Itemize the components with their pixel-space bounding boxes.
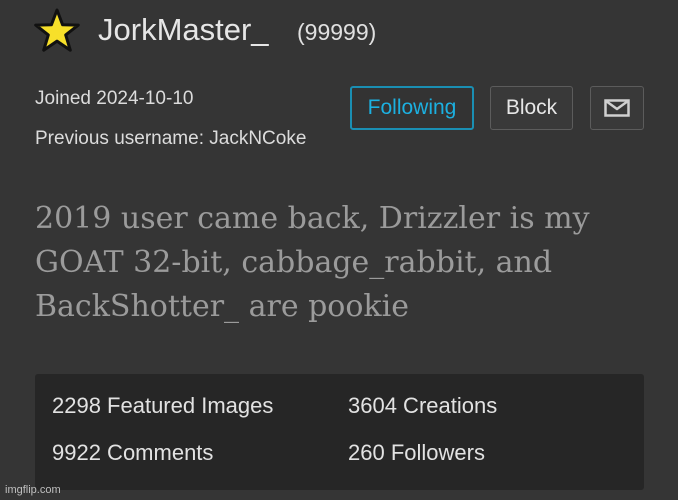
stat-comments[interactable]: 9922 Comments <box>52 438 213 468</box>
stat-featured-images[interactable]: 2298 Featured Images <box>52 391 273 421</box>
block-button-label: Block <box>505 96 558 119</box>
joined-date: Joined 2024-10-10 <box>35 88 194 109</box>
stat-followers[interactable]: 260 Followers <box>348 438 485 468</box>
stats-panel: 2298 Featured Images 3604 Creations 9922… <box>35 374 644 490</box>
following-button[interactable]: Following <box>350 86 474 130</box>
message-button[interactable] <box>590 86 644 130</box>
stat-creations[interactable]: 3604 Creations <box>348 391 497 421</box>
watermark: imgflip.com <box>5 484 61 496</box>
star-icon <box>34 8 80 52</box>
following-button-label: Following <box>367 96 457 119</box>
previous-username: Previous username: JackNCoke <box>35 128 307 149</box>
username: JorkMaster_ <box>98 12 269 47</box>
profile-bio: 2019 user came back, Drizzler is my GOAT… <box>35 201 590 324</box>
mail-icon <box>604 99 630 117</box>
user-points: (99999) <box>297 19 377 45</box>
block-button[interactable]: Block <box>490 86 573 130</box>
